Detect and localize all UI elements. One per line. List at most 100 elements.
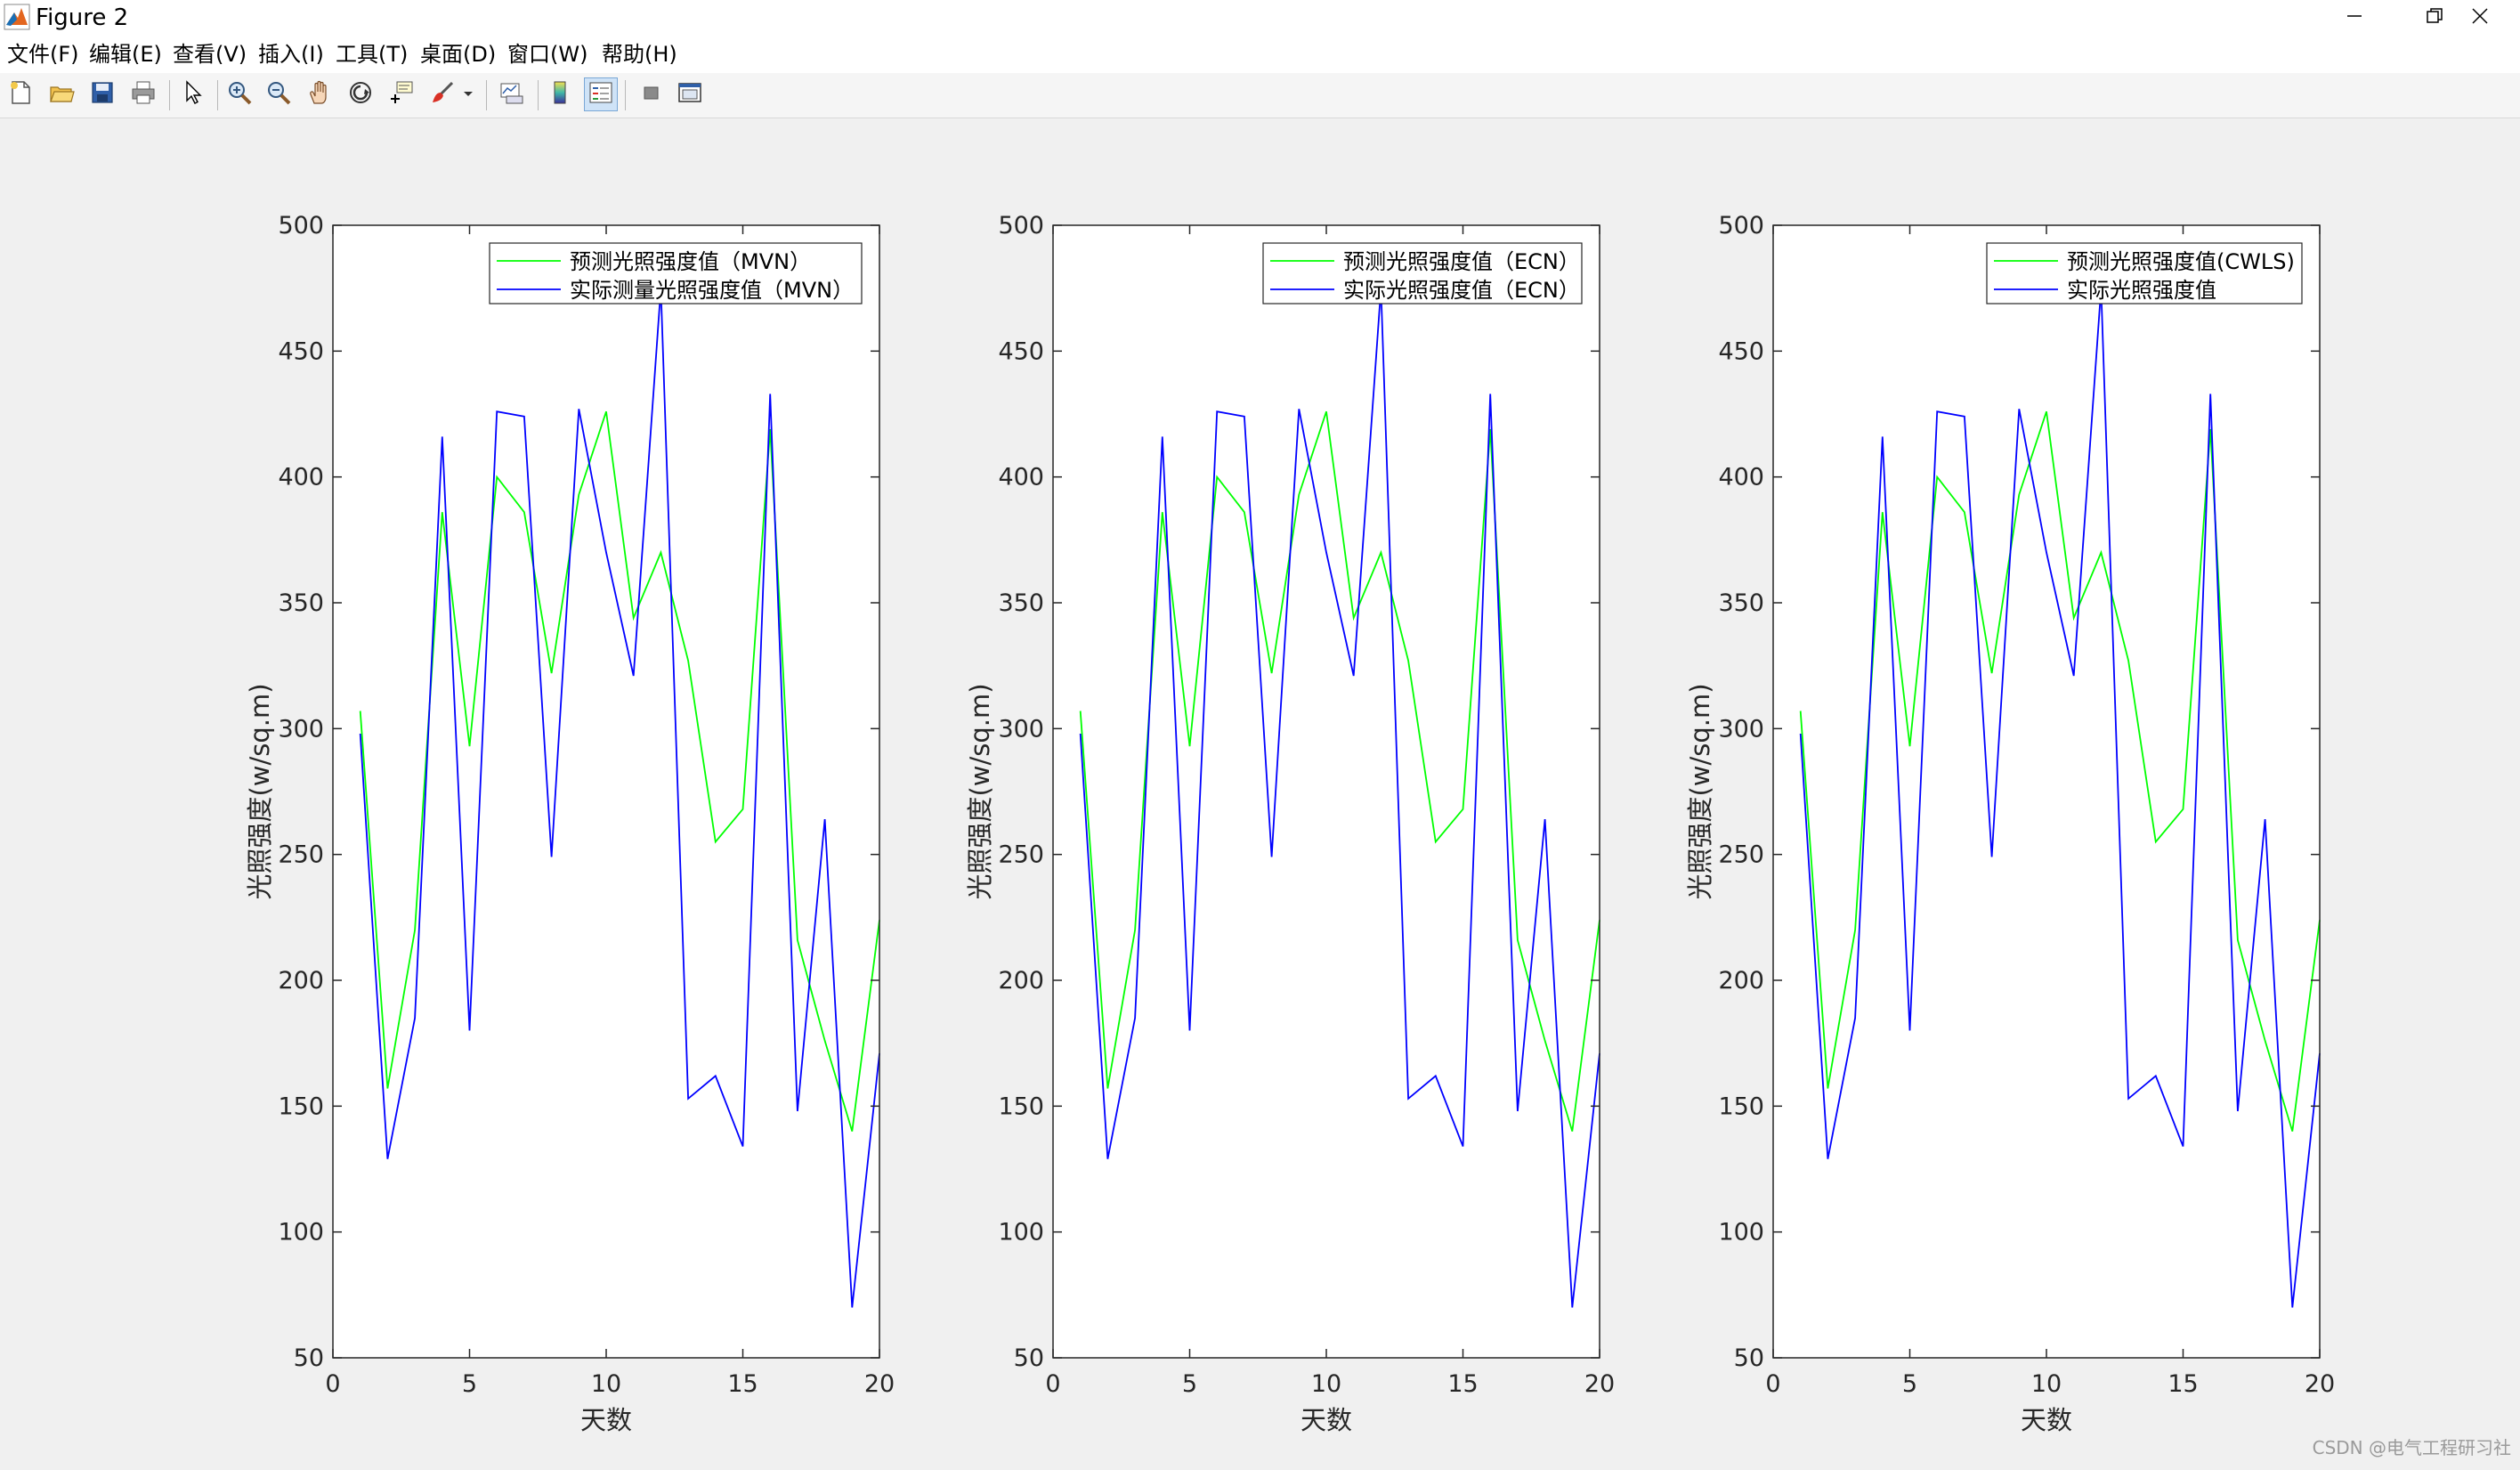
y-axis-label: 光照强度(w/sq.m) <box>965 683 995 899</box>
legend-label-actual: 实际测量光照强度值（MVN） <box>570 278 854 303</box>
print-icon <box>130 79 157 110</box>
menu-view[interactable]: 查看(V) <box>173 36 247 73</box>
x-tick-label: 5 <box>1182 1370 1197 1398</box>
brush-icon <box>429 79 456 110</box>
menu-insert[interactable]: 插入(I) <box>258 36 324 73</box>
legend-icon <box>587 79 614 110</box>
edit-plot-arrow-icon <box>180 79 207 110</box>
figure-canvas: 0510152050100150200250300350400450500天数光… <box>0 118 2520 1466</box>
axes-background <box>1053 225 1600 1358</box>
y-tick-label: 50 <box>294 1344 324 1372</box>
window-titlebar: Figure 2 <box>0 0 2520 36</box>
y-tick-label: 400 <box>998 464 1044 491</box>
x-tick-label: 0 <box>325 1370 340 1398</box>
y-tick-label: 300 <box>998 715 1044 743</box>
y-tick-label: 450 <box>998 337 1044 365</box>
x-tick-label: 0 <box>1045 1370 1060 1398</box>
y-tick-label: 350 <box>278 589 324 617</box>
y-tick-label: 150 <box>278 1092 324 1120</box>
axes-1: 0510152050100150200250300350400450500天数光… <box>245 212 895 1435</box>
link-plot-button[interactable] <box>495 77 529 111</box>
save-button[interactable] <box>85 77 119 111</box>
x-tick-label: 20 <box>2305 1370 2335 1398</box>
data-cursor-button[interactable] <box>385 77 418 111</box>
x-tick-label: 10 <box>591 1370 621 1398</box>
y-axis-label: 光照强度(w/sq.m) <box>1685 683 1715 899</box>
data-cursor-icon <box>388 79 415 110</box>
save-icon <box>89 79 116 110</box>
y-tick-label: 350 <box>998 589 1044 617</box>
menu-help[interactable]: 帮助(H) <box>602 36 677 73</box>
menu-bar: 文件(F) 编辑(E) 查看(V) 插入(I) 工具(T) 桌面(D) 窗口(W… <box>0 36 2520 73</box>
x-tick-label: 15 <box>2168 1370 2198 1398</box>
figure-toolbar <box>0 73 2520 118</box>
pan-button[interactable] <box>303 77 336 111</box>
y-tick-label: 200 <box>998 967 1044 995</box>
x-tick-label: 5 <box>1902 1370 1917 1398</box>
show-plot-tools-button[interactable] <box>673 77 707 111</box>
zoom-out-button[interactable] <box>262 77 296 111</box>
minimize-icon <box>2346 7 2363 28</box>
legend-label-actual: 实际光照强度值 <box>2067 278 2216 303</box>
colorbar-icon <box>547 79 573 110</box>
y-tick-label: 500 <box>1718 212 1764 240</box>
menu-file[interactable]: 文件(F) <box>7 36 79 73</box>
y-tick-label: 450 <box>278 337 324 365</box>
x-tick-label: 20 <box>1584 1370 1615 1398</box>
y-tick-label: 500 <box>998 212 1044 240</box>
link-plot-icon <box>498 79 525 110</box>
brush-button[interactable] <box>425 77 459 111</box>
zoom-in-icon <box>226 79 253 110</box>
toolbar-separator <box>625 80 626 110</box>
close-button[interactable] <box>2440 0 2520 36</box>
figure-svg: 0510152050100150200250300350400450500天数光… <box>0 118 2520 1466</box>
x-axis-label: 天数 <box>2021 1405 2072 1435</box>
menu-edit[interactable]: 编辑(E) <box>89 36 162 73</box>
legend: 预测光照强度值(CWLS) 实际光照强度值 <box>1987 243 2302 304</box>
window-title: Figure 2 <box>36 2 128 34</box>
y-tick-label: 50 <box>1734 1344 1764 1372</box>
y-tick-label: 200 <box>1718 967 1764 995</box>
y-tick-label: 250 <box>1718 841 1764 869</box>
legend-button[interactable] <box>584 77 618 111</box>
x-tick-label: 10 <box>1311 1370 1341 1398</box>
brush-dropdown-icon <box>462 86 474 103</box>
new-figure-icon <box>7 79 34 110</box>
brush-dropdown-button[interactable] <box>459 77 477 111</box>
menu-desktop[interactable]: 桌面(D) <box>420 36 496 73</box>
y-tick-label: 50 <box>1014 1344 1044 1372</box>
zoom-in-button[interactable] <box>223 77 256 111</box>
colorbar-button[interactable] <box>543 77 577 111</box>
y-tick-label: 100 <box>278 1219 324 1247</box>
legend-label-predicted: 预测光照强度值(CWLS) <box>2067 249 2295 274</box>
y-tick-label: 150 <box>998 1092 1044 1120</box>
axes-3: 0510152050100150200250300350400450500天数光… <box>1685 212 2335 1435</box>
print-button[interactable] <box>126 77 160 111</box>
y-tick-label: 500 <box>278 212 324 240</box>
x-axis-label: 天数 <box>580 1405 632 1435</box>
hide-plot-tools-button[interactable] <box>634 77 668 111</box>
toolbar-separator <box>538 80 539 110</box>
x-tick-label: 5 <box>462 1370 477 1398</box>
legend: 预测光照强度值（ECN） 实际光照强度值（ECN） <box>1263 243 1582 304</box>
menu-window[interactable]: 窗口(W) <box>507 36 587 73</box>
y-tick-label: 400 <box>278 464 324 491</box>
open-file-button[interactable] <box>45 77 78 111</box>
rotate-3d-button[interactable] <box>344 77 377 111</box>
legend-label-actual: 实际光照强度值（ECN） <box>1343 278 1580 303</box>
hide-plot-tools-icon <box>637 79 664 110</box>
x-tick-label: 0 <box>1765 1370 1780 1398</box>
watermark: CSDN @电气工程研习社 <box>2313 1433 2511 1459</box>
new-figure-button[interactable] <box>4 77 37 111</box>
edit-plot-button[interactable] <box>176 77 210 111</box>
open-file-icon <box>48 79 75 110</box>
minimize-button[interactable] <box>2314 0 2394 36</box>
pan-hand-icon <box>306 79 333 110</box>
menu-tools[interactable]: 工具(T) <box>336 36 408 73</box>
rotate-3d-icon <box>347 79 374 110</box>
toolbar-separator <box>169 80 170 110</box>
show-plot-tools-icon <box>677 79 703 110</box>
legend-label-predicted: 预测光照强度值（ECN） <box>1343 249 1580 274</box>
y-tick-label: 150 <box>1718 1092 1764 1120</box>
y-tick-label: 100 <box>998 1219 1044 1247</box>
